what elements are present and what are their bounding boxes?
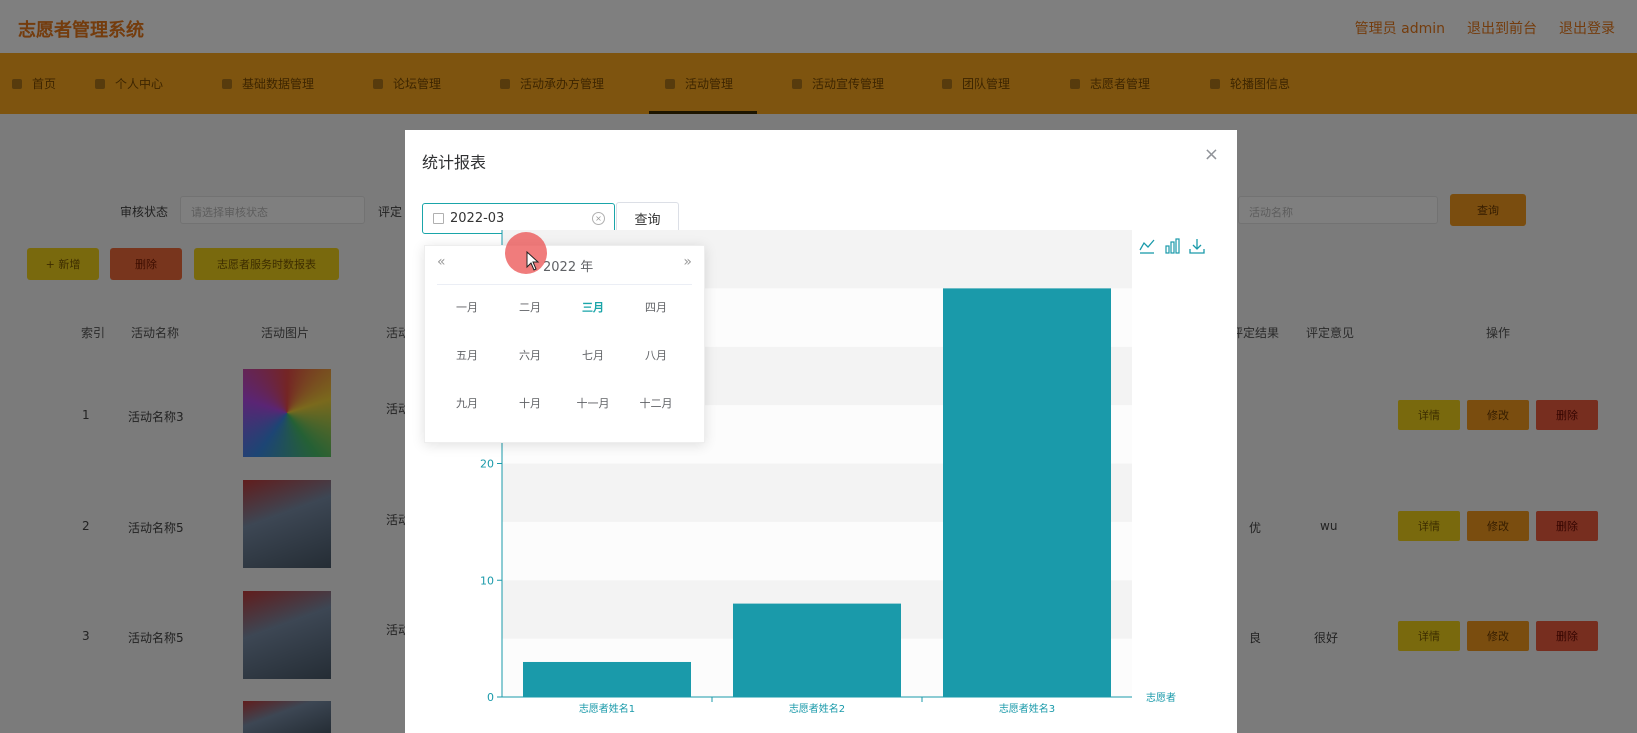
month-option-11[interactable]: 十一月 <box>568 395 618 411</box>
mouse-pointer-icon <box>526 251 540 271</box>
month-picker-panel: « 2022 年 » 一月 二月 三月 四月五月 六月 七月 八月九月 十月 十一月 十二月 <box>424 245 705 443</box>
bar <box>733 603 901 697</box>
month-option-12[interactable]: 十二月 <box>631 395 681 411</box>
month-option-6[interactable]: 六月 <box>505 347 555 363</box>
next-year-icon[interactable]: » <box>683 254 692 270</box>
x-tick-label: 志愿者姓名2 <box>789 702 845 715</box>
dialog-title: 统计报表 <box>422 153 487 172</box>
clear-icon[interactable]: × <box>592 212 605 225</box>
month-option-7[interactable]: 七月 <box>568 347 618 363</box>
bar <box>523 661 691 697</box>
picker-divider <box>437 284 692 285</box>
y-tick-label: 0 <box>487 691 494 704</box>
x-tick-label: 志愿者姓名1 <box>579 702 635 715</box>
month-option-1[interactable]: 一月 <box>442 299 492 315</box>
month-option-9[interactable]: 九月 <box>442 395 492 411</box>
month-option-3[interactable]: 三月 <box>568 299 618 315</box>
month-option-8[interactable]: 八月 <box>631 347 681 363</box>
bar <box>943 288 1111 697</box>
month-option-10[interactable]: 十月 <box>505 395 555 411</box>
close-icon[interactable]: × <box>1204 144 1219 165</box>
y-tick-label: 10 <box>480 574 494 587</box>
x-axis-label: 志愿者 <box>1146 691 1176 704</box>
month-option-2[interactable]: 二月 <box>505 299 555 315</box>
y-tick-label: 20 <box>480 458 494 471</box>
picker-year-label[interactable]: 2022 年 <box>543 256 593 275</box>
prev-year-icon[interactable]: « <box>437 254 446 270</box>
calendar-icon <box>433 213 444 224</box>
month-option-5[interactable]: 五月 <box>442 347 492 363</box>
x-tick-label: 志愿者姓名3 <box>999 702 1055 715</box>
month-option-4[interactable]: 四月 <box>631 299 681 315</box>
month-picker-value: 2022-03 <box>450 211 505 226</box>
